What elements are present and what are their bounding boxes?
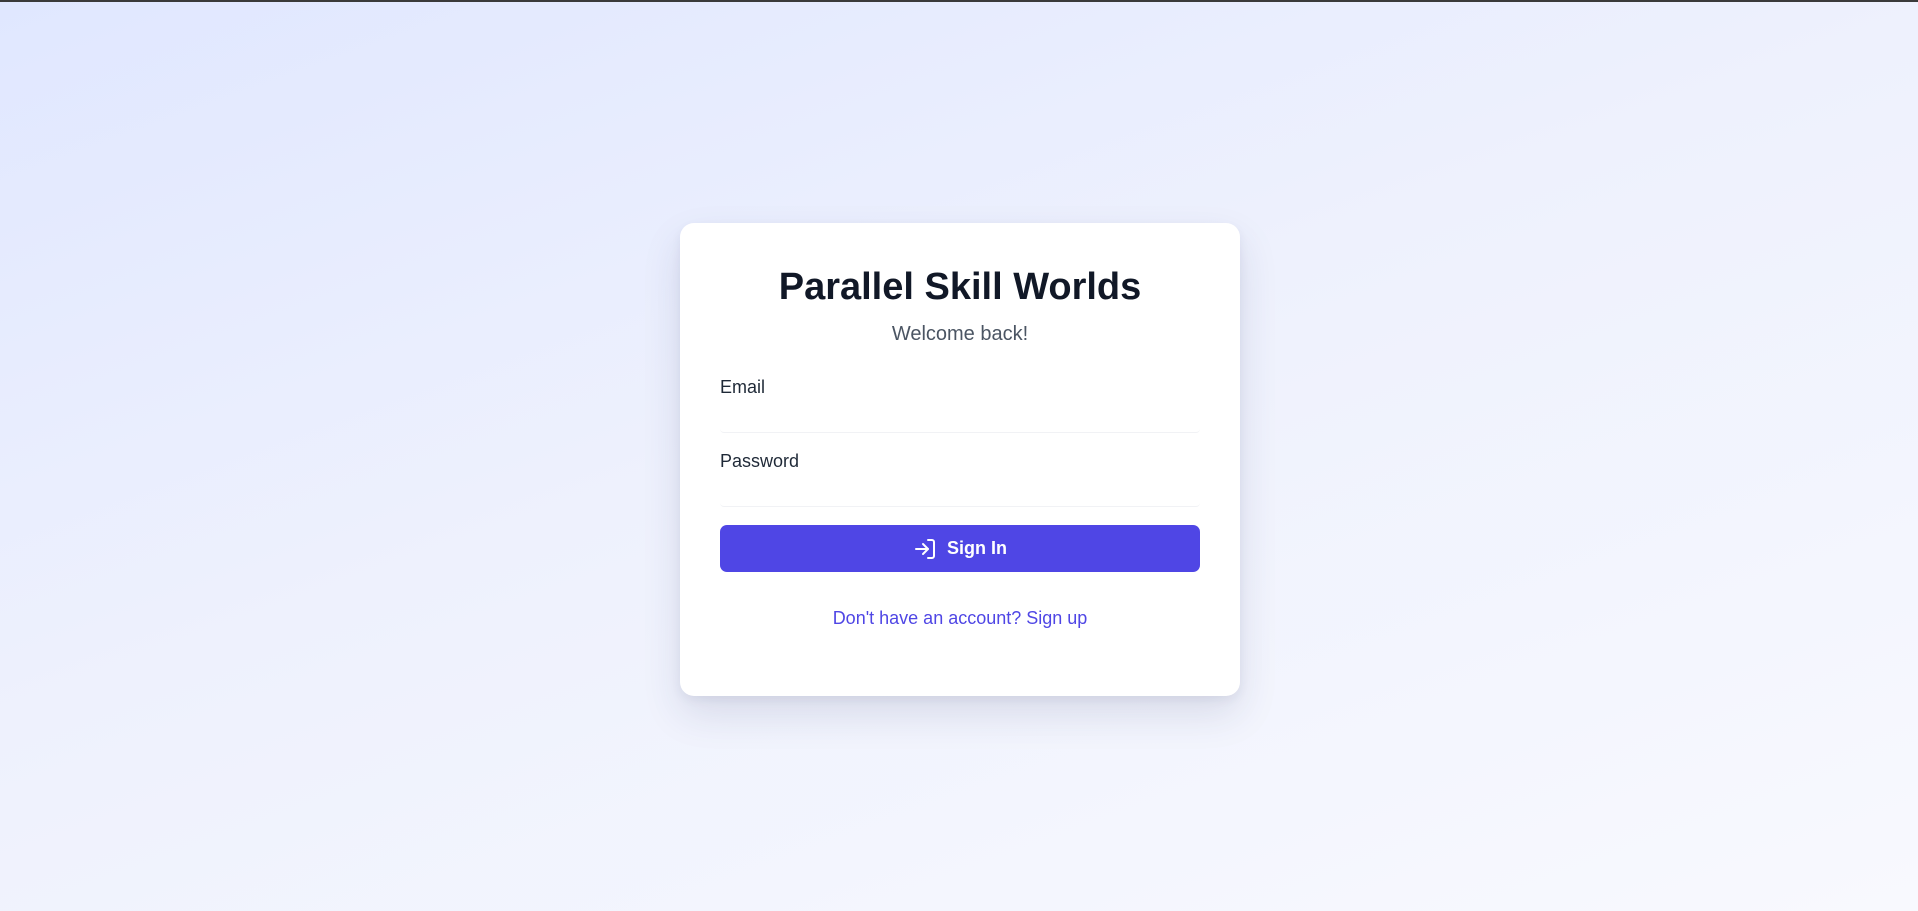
- password-label: Password: [720, 451, 800, 471]
- password-group: Password: [720, 449, 1200, 507]
- welcome-subtitle: Welcome back!: [891, 323, 1029, 345]
- sign-in-icon: [913, 537, 937, 561]
- email-group: Email: [720, 375, 1200, 433]
- signup-link[interactable]: Don't have an account? Sign up: [720, 608, 1200, 629]
- login-card: Parallel Skill Worlds Welcome back! Emai…: [680, 223, 1240, 696]
- sign-in-button[interactable]: Sign In: [720, 525, 1200, 572]
- email-label: Email: [720, 377, 766, 397]
- sign-in-label: Sign In: [947, 538, 1007, 558]
- page-title: Parallel Skill Worlds: [778, 266, 1142, 308]
- email-field[interactable]: [720, 403, 1200, 433]
- password-field[interactable]: [720, 477, 1200, 507]
